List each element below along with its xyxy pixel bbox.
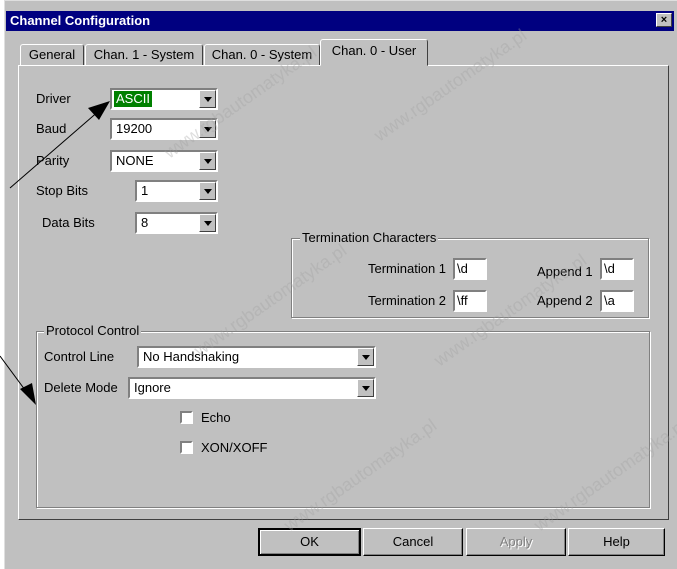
tab-chan0-user[interactable]: Chan. 0 - User: [320, 39, 428, 66]
tab-label: Chan. 0 - User: [331, 43, 417, 58]
annotation-line: [9, 109, 101, 189]
annotation-arrows: [0, 101, 110, 405]
